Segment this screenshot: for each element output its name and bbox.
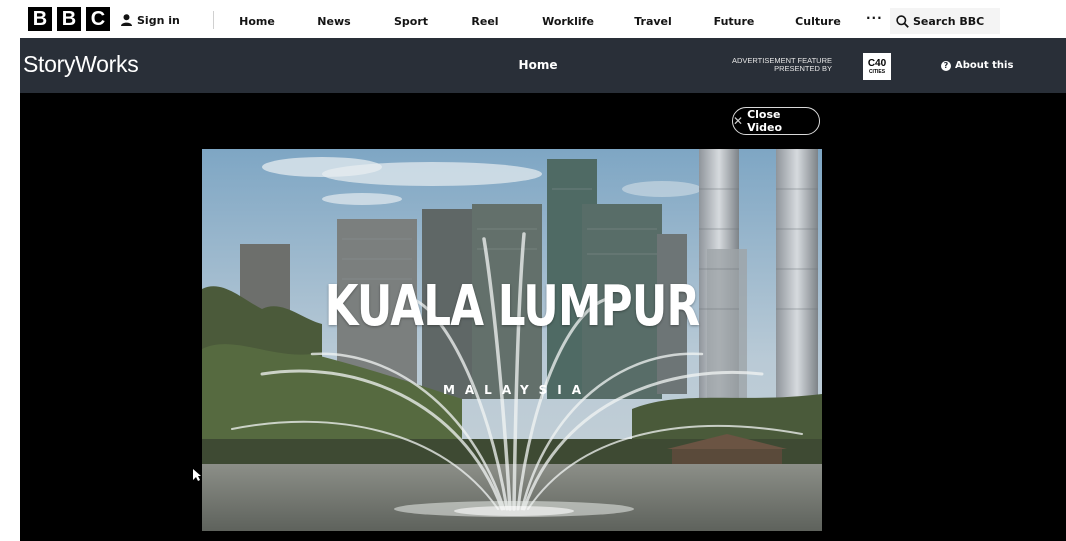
user-icon	[121, 14, 132, 26]
nav-travel[interactable]: Travel	[634, 0, 672, 38]
nav-reel[interactable]: Reel	[471, 0, 498, 38]
close-icon: ✕	[733, 114, 744, 128]
question-icon: ?	[941, 60, 951, 71]
nav-future[interactable]: Future	[714, 0, 755, 38]
about-this-link[interactable]: ? About this	[941, 38, 1013, 93]
bbc-logo[interactable]: B B C	[28, 7, 110, 31]
bbc-top-nav: B B C Sign in Home News Sport Reel Workl…	[0, 0, 1066, 38]
close-video-button[interactable]: ✕ Close Video	[732, 107, 820, 135]
video-overlay: ✕ Close Video KUALA LUMPUR MALAYSIA	[20, 93, 1066, 541]
sign-in-link[interactable]: Sign in	[121, 9, 180, 31]
bbc-logo-letter: C	[86, 7, 110, 31]
search-label: Search BBC	[913, 14, 985, 28]
video-title-overlay: KUALA LUMPUR	[324, 274, 701, 339]
cursor-icon	[193, 469, 201, 481]
nav-culture[interactable]: Culture	[795, 0, 841, 38]
search-button[interactable]: Search BBC	[890, 8, 1000, 34]
video-subtitle-overlay: MALAYSIA	[442, 383, 592, 397]
nav-home[interactable]: Home	[239, 0, 275, 38]
storyworks-header: StoryWorks Home ADVERTISEMENT FEATURE PR…	[20, 38, 1066, 93]
nav-divider	[213, 11, 214, 29]
c40-cities-logo[interactable]: C40 CITIES	[863, 53, 891, 80]
close-video-label: Close Video	[747, 108, 783, 134]
nav-worklife[interactable]: Worklife	[542, 0, 594, 38]
video-player[interactable]: KUALA LUMPUR MALAYSIA	[202, 149, 822, 531]
search-icon	[896, 14, 909, 28]
sponsor-logo-subtext: CITIES	[868, 68, 886, 75]
bbc-logo-letter: B	[28, 7, 52, 31]
storyworks-home-link[interactable]: Home	[519, 38, 558, 93]
advertisement-feature-label: ADVERTISEMENT FEATURE PRESENTED BY	[732, 57, 832, 73]
sign-in-label: Sign in	[137, 13, 180, 27]
sponsor-logo-text: C40	[867, 57, 887, 69]
nav-sport[interactable]: Sport	[394, 0, 428, 38]
storyworks-logo[interactable]: StoryWorks	[23, 51, 139, 78]
video-frame-image	[202, 149, 822, 531]
bbc-logo-letter: B	[57, 7, 81, 31]
nav-news[interactable]: News	[317, 0, 350, 38]
about-this-label: About this	[955, 60, 1014, 71]
more-menu-button[interactable]: ···	[866, 11, 883, 25]
presented-by-line: PRESENTED BY	[774, 64, 832, 73]
